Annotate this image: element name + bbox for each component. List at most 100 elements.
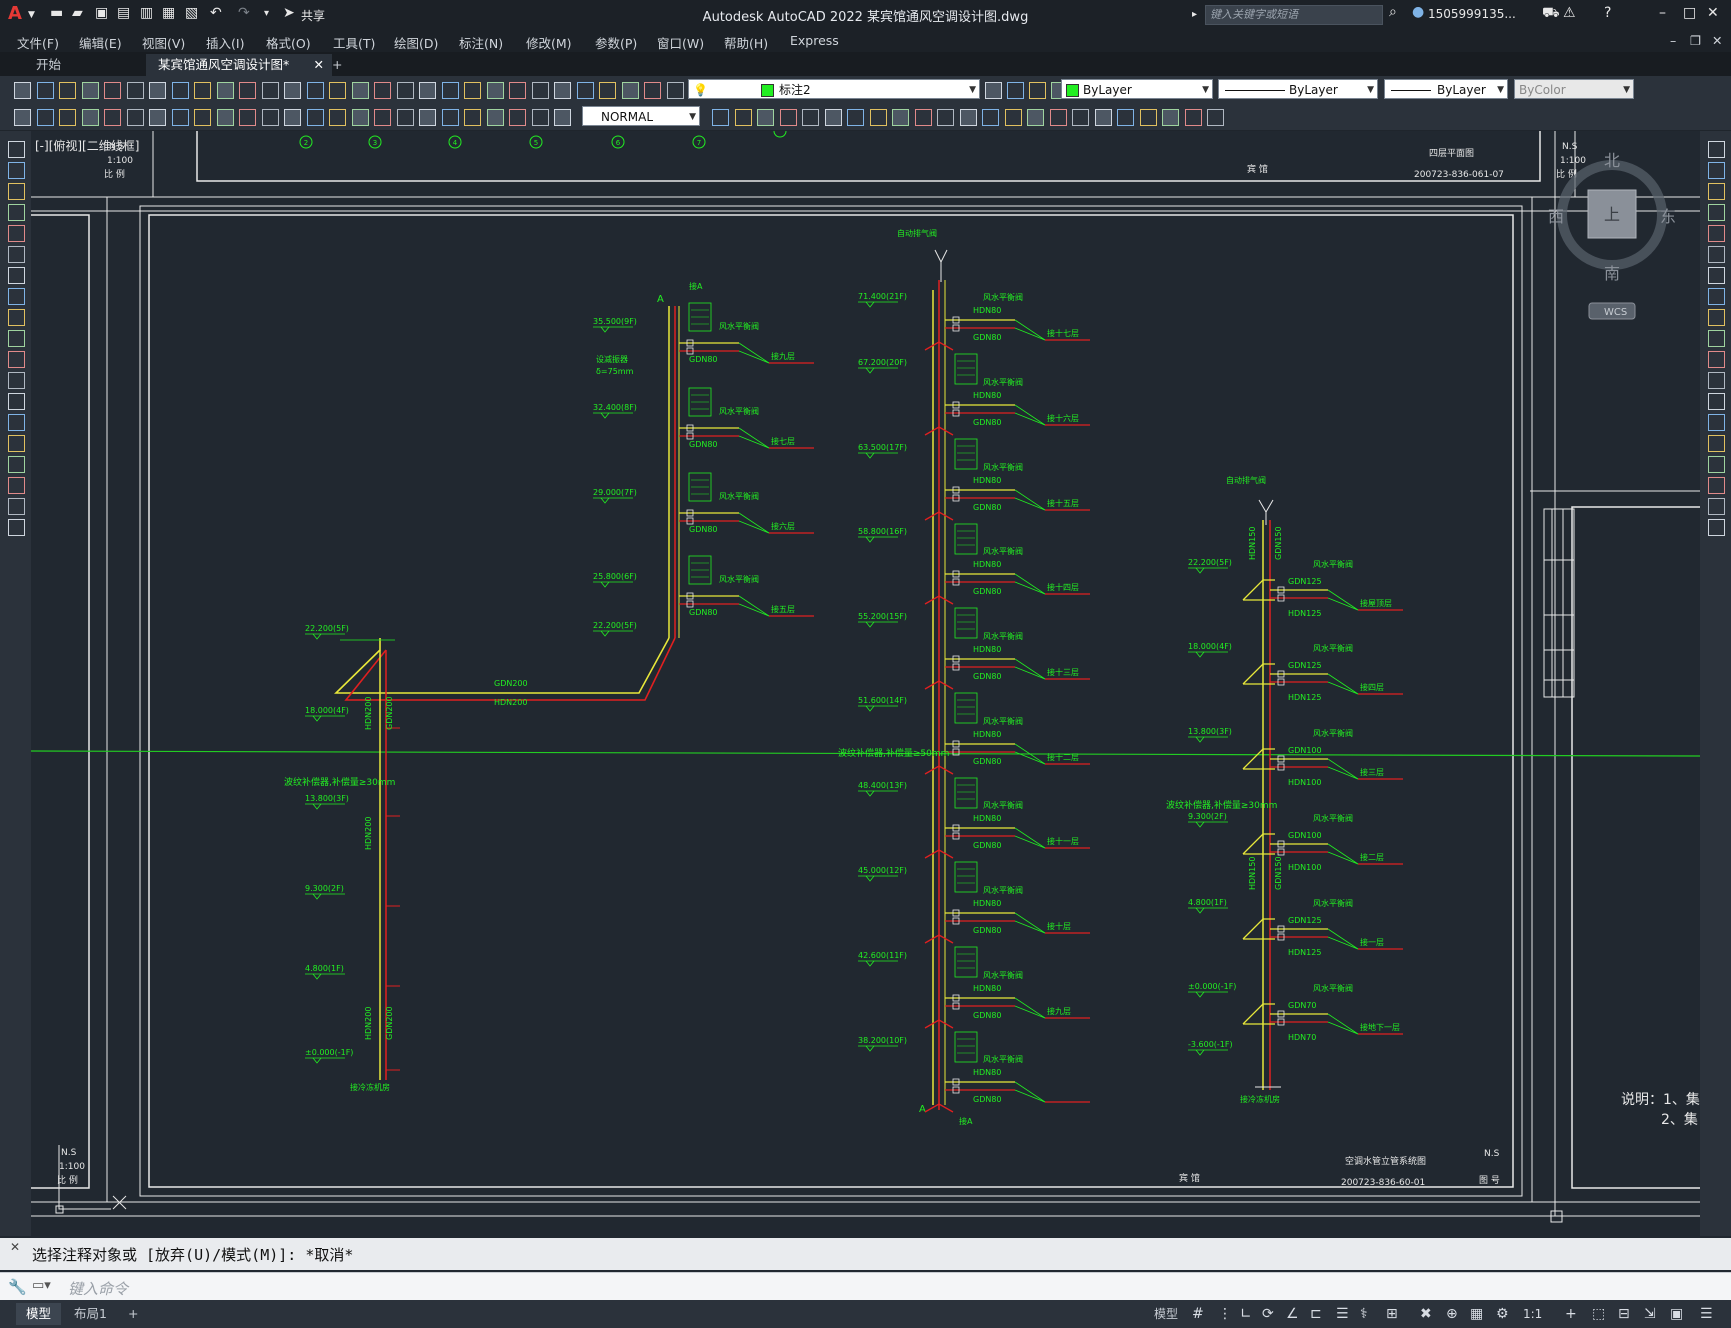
standard-tool-15-icon[interactable] [352,82,369,99]
open-web-icon[interactable]: ▥ [140,5,153,21]
dim-tool-17-icon[interactable] [397,109,414,126]
standard-tool-16-icon[interactable] [374,82,391,99]
draw-tool-17-icon[interactable] [8,498,25,515]
modify-tool-1-icon[interactable] [1708,162,1725,179]
status-toggle-16-icon[interactable]: ⇲ [1644,1306,1656,1322]
standard-tool-5-icon[interactable] [127,82,144,99]
dim-tool-41-icon[interactable] [1072,109,1089,126]
plot-icon[interactable]: ▧ [185,5,198,21]
status-toggle-0-icon[interactable]: # [1192,1306,1204,1322]
dim-tool-28-icon[interactable] [780,109,797,126]
draw-tool-18-icon[interactable] [8,519,25,536]
modify-tool-6-icon[interactable] [1708,267,1725,284]
standard-tool-29-icon[interactable] [667,82,684,99]
standard-tool-14-icon[interactable] [329,82,346,99]
status-toggle-18-icon[interactable]: ☰ [1700,1306,1713,1322]
draw-tool-9-icon[interactable] [8,330,25,347]
dim-tool-10-icon[interactable] [239,109,256,126]
modify-tool-14-icon[interactable] [1708,435,1725,452]
dim-tool-33-icon[interactable] [892,109,909,126]
standard-tool-17-icon[interactable] [397,82,414,99]
compass-east[interactable]: 东 [1660,207,1676,226]
user-name[interactable]: 1505999135... [1428,7,1516,21]
layout1-tab[interactable]: 布局1 [64,1303,117,1325]
standard-tool-13-icon[interactable] [307,82,324,99]
tab-document[interactable]: 某宾馆通风空调设计图* ✕ [146,54,332,76]
draw-tool-2-icon[interactable] [8,183,25,200]
standard-tool-1-icon[interactable] [37,82,54,99]
model-space-button[interactable]: 模型 [1144,1303,1188,1325]
dim-tool-9-icon[interactable] [217,109,234,126]
dim-tool-1-icon[interactable] [37,109,54,126]
draw-tool-15-icon[interactable] [8,456,25,473]
status-toggle-9-icon[interactable]: ✖ [1420,1306,1432,1322]
dim-tool-7-icon[interactable] [172,109,189,126]
dim-tool-12-icon[interactable] [284,109,301,126]
close-icon[interactable]: ✕ [1707,5,1719,21]
save-web-icon[interactable]: ▦ [162,5,175,21]
dim-tool-46-icon[interactable] [1185,109,1202,126]
new-file-icon[interactable]: ▬ [50,5,63,21]
dim-tool-21-icon[interactable] [487,109,504,126]
standard-tool-21-icon[interactable] [487,82,504,99]
modify-tool-0-icon[interactable] [1708,141,1725,158]
draw-tool-5-icon[interactable] [8,246,25,263]
modify-tool-8-icon[interactable] [1708,309,1725,326]
menu-insert[interactable]: 插入(I) [206,33,244,52]
status-toggle-7-icon[interactable]: ⚕ [1360,1306,1368,1322]
command-input[interactable]: 键入命令 [68,1278,128,1299]
dim-tool-45-icon[interactable] [1162,109,1179,126]
command-line[interactable]: 🔧 ▭▾ 键入命令 [0,1272,1731,1301]
autocad-logo-icon[interactable]: A [8,3,22,24]
menu-file[interactable]: 文件(F) [17,33,59,52]
share-icon[interactable]: ➤ [283,5,295,21]
search-icon[interactable]: ⌕ [1389,4,1397,20]
color-combo[interactable]: ByLayer ▼ [1061,79,1213,99]
standard-tool-6-icon[interactable] [149,82,166,99]
modify-tool-10-icon[interactable] [1708,351,1725,368]
layer-tool-0-icon[interactable] [985,82,1002,99]
modify-tool-11-icon[interactable] [1708,372,1725,389]
customize-chevron-icon[interactable]: ▾ [264,8,269,19]
status-toggle-14-icon[interactable]: ⬚ [1592,1306,1605,1322]
modify-tool-17-icon[interactable] [1708,498,1725,515]
draw-tool-12-icon[interactable] [8,393,25,410]
undo-icon[interactable]: ↶ [210,5,222,21]
search-expand-icon[interactable]: ▸ [1192,9,1197,20]
dim-tool-23-icon[interactable] [532,109,549,126]
status-toggle-17-icon[interactable]: ▣ [1670,1306,1683,1322]
cart-icon[interactable]: ⛟ [1542,5,1560,23]
status-toggle-3-icon[interactable]: ⟳ [1262,1306,1274,1322]
dim-tool-35-icon[interactable] [937,109,954,126]
dim-tool-20-icon[interactable] [464,109,481,126]
linetype-combo[interactable]: ByLayer ▼ [1218,79,1378,99]
dim-tool-6-icon[interactable] [149,109,166,126]
dim-tool-13-icon[interactable] [307,109,324,126]
modify-tool-15-icon[interactable] [1708,456,1725,473]
standard-tool-27-icon[interactable] [622,82,639,99]
dim-tool-29-icon[interactable] [802,109,819,126]
standard-tool-18-icon[interactable] [419,82,436,99]
status-toggle-15-icon[interactable]: ⊟ [1618,1306,1630,1322]
plotstyle-combo[interactable]: ByColor ▼ [1514,79,1634,99]
layer-tool-2-icon[interactable] [1029,82,1046,99]
drawing-canvas[interactable]: 2 3 4 5 6 7 四层平面图 200723-836-061-07 宾 馆 空调水管立… [31,131,1700,1236]
draw-tool-0-icon[interactable] [8,141,25,158]
dim-tool-40-icon[interactable] [1050,109,1067,126]
dim-tool-0-icon[interactable] [14,109,31,126]
menu-edit[interactable]: 编辑(E) [79,33,122,52]
standard-tool-10-icon[interactable] [239,82,256,99]
open-file-icon[interactable]: ▰ [72,5,83,21]
draw-tool-8-icon[interactable] [8,309,25,326]
status-toggle-11-icon[interactable]: ▦ [1470,1306,1483,1322]
menu-tools[interactable]: 工具(T) [333,33,375,52]
standard-tool-28-icon[interactable] [644,82,661,99]
modify-tool-7-icon[interactable] [1708,288,1725,305]
dim-tool-25-icon[interactable] [712,109,729,126]
dim-tool-31-icon[interactable] [847,109,864,126]
dim-tool-43-icon[interactable] [1117,109,1134,126]
doc-close-icon[interactable]: ✕ [1712,33,1722,48]
tab-start[interactable]: 开始 [24,54,148,76]
draw-tool-4-icon[interactable] [8,225,25,242]
cmd-recent-icon[interactable]: ▭▾ [32,1278,51,1293]
